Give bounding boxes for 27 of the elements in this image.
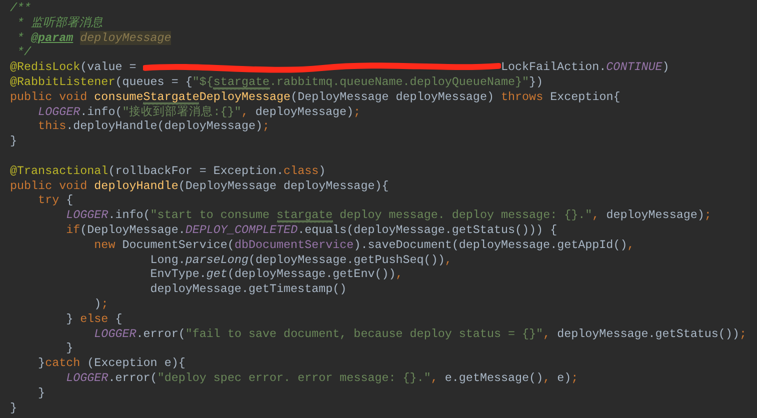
code-line: LOGGER.info("start to consume stargate deploy message. deploy message: {}.", deployMessage); <box>65 208 712 223</box>
code-line: } <box>65 341 74 356</box>
code-line: * 监听部署消息 <box>16 16 104 31</box>
code-line: }catch (Exception e){ <box>37 356 186 371</box>
code-line: /** <box>10 1 32 16</box>
code-line: * @param deployMessage <box>16 30 172 46</box>
code-line: public void deployHandle(DeployMessage deployMessage){ <box>10 178 390 194</box>
code-line: this.deployHandle(deployMessage); <box>37 119 271 134</box>
code-line: Long.parseLong(deployMessage.getPushSeq()), <box>149 252 453 268</box>
code-line: LOGGER.error("deploy spec error. error message: {}.", e.getMessage(), e); <box>65 370 580 386</box>
code-line: } <box>10 400 18 416</box>
code-line: EnvType.get(deployMessage.getEnv()), <box>149 267 404 282</box>
code-line: deployMessage.getTimestamp() <box>149 282 348 297</box>
code-line: } else { <box>65 312 124 327</box>
code-line: ); <box>93 296 110 312</box>
code-line: if(DeployMessage.DEPLOY_COMPLETED.equals(deployMessage.getStatus())) { <box>65 222 558 238</box>
code-line: try { <box>37 193 74 208</box>
code-line: new DocumentService(dbDocumentService).saveDocument(deployMessage.getAppId(), <box>93 238 636 253</box>
code-line: @RabbitListener(queues = {"${stargate.rabbitmq.queueName.deployQueueName}"}) <box>10 74 544 90</box>
code-line: } <box>10 134 18 149</box>
code-line: */ <box>16 45 32 60</box>
code-line: } <box>37 386 46 401</box>
code-line: public void consumeStargateDeployMessage(DeployMessage deployMessage) throws Exception{ <box>10 90 622 105</box>
code-line: LOGGER.error("fail to save document, because deploy status = {}", deployMessage.getStatus()); <box>93 326 748 342</box>
code-line: @Transactional(rollbackFor = Exception.class) <box>10 164 327 179</box>
code-line: LOGGER.info("接收到部署消息:{}", deployMessage); <box>37 104 362 120</box>
code-line: @RedisLock(value = LockFailAction.CONTINUE) <box>10 60 670 75</box>
